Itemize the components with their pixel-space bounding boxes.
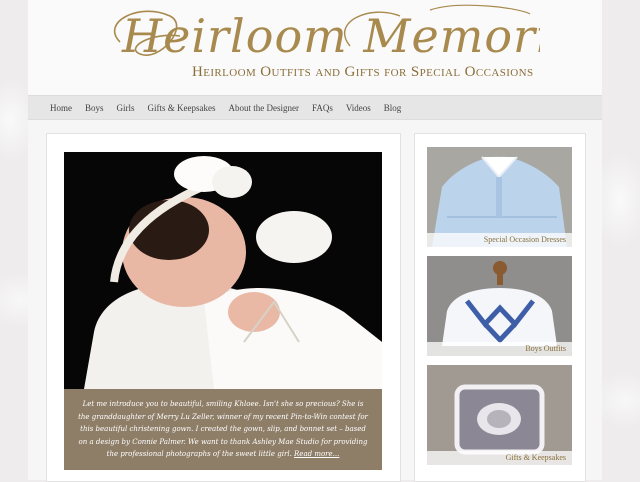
featured-caption: Let me introduce you to beautiful, smili… [64,389,382,470]
site-logo[interactable]: Heirloom Memories [100,2,540,66]
category-label: Gifts & Keepsakes [427,451,572,465]
category-special-occasion-dresses[interactable]: Special Occasion Dresses [427,147,572,247]
nav-item-boys[interactable]: Boys [85,103,104,113]
featured-post-panel: Let me introduce you to beautiful, smili… [46,133,401,482]
category-gifts-keepsakes[interactable]: Gifts & Keepsakes [427,365,572,465]
featured-baby-photo[interactable] [64,152,382,389]
nav-item-blog[interactable]: Blog [384,103,402,113]
category-label: Special Occasion Dresses [427,233,572,247]
logo-text: Heirloom Memories [121,9,540,63]
main-navigation: Home Boys Girls Gifts & Keepsakes About … [28,95,602,120]
nav-item-faqs[interactable]: FAQs [312,103,333,113]
nav-item-gifts-keepsakes[interactable]: Gifts & Keepsakes [148,103,216,113]
logo-flourish-icon: Heirloom Memories [113,4,540,63]
site-header: Heirloom Memories Heirloom Outfits and G… [28,0,602,95]
nav-item-videos[interactable]: Videos [346,103,371,113]
category-label: Boys Outfits [427,342,572,356]
read-more-link[interactable]: Read more... [294,450,339,458]
nav-item-home[interactable]: Home [50,103,72,113]
nav-item-girls[interactable]: Girls [117,103,135,113]
category-boys-outfits[interactable]: Boys Outfits [427,256,572,356]
site-tagline: Heirloom Outfits and Gifts for Special O… [192,64,534,80]
category-sidebar: Special Occasion Dresses Boys Outfits Gi… [414,133,586,482]
page-container: Heirloom Memories Heirloom Outfits and G… [28,0,602,482]
nav-item-about-designer[interactable]: About the Designer [229,103,299,113]
